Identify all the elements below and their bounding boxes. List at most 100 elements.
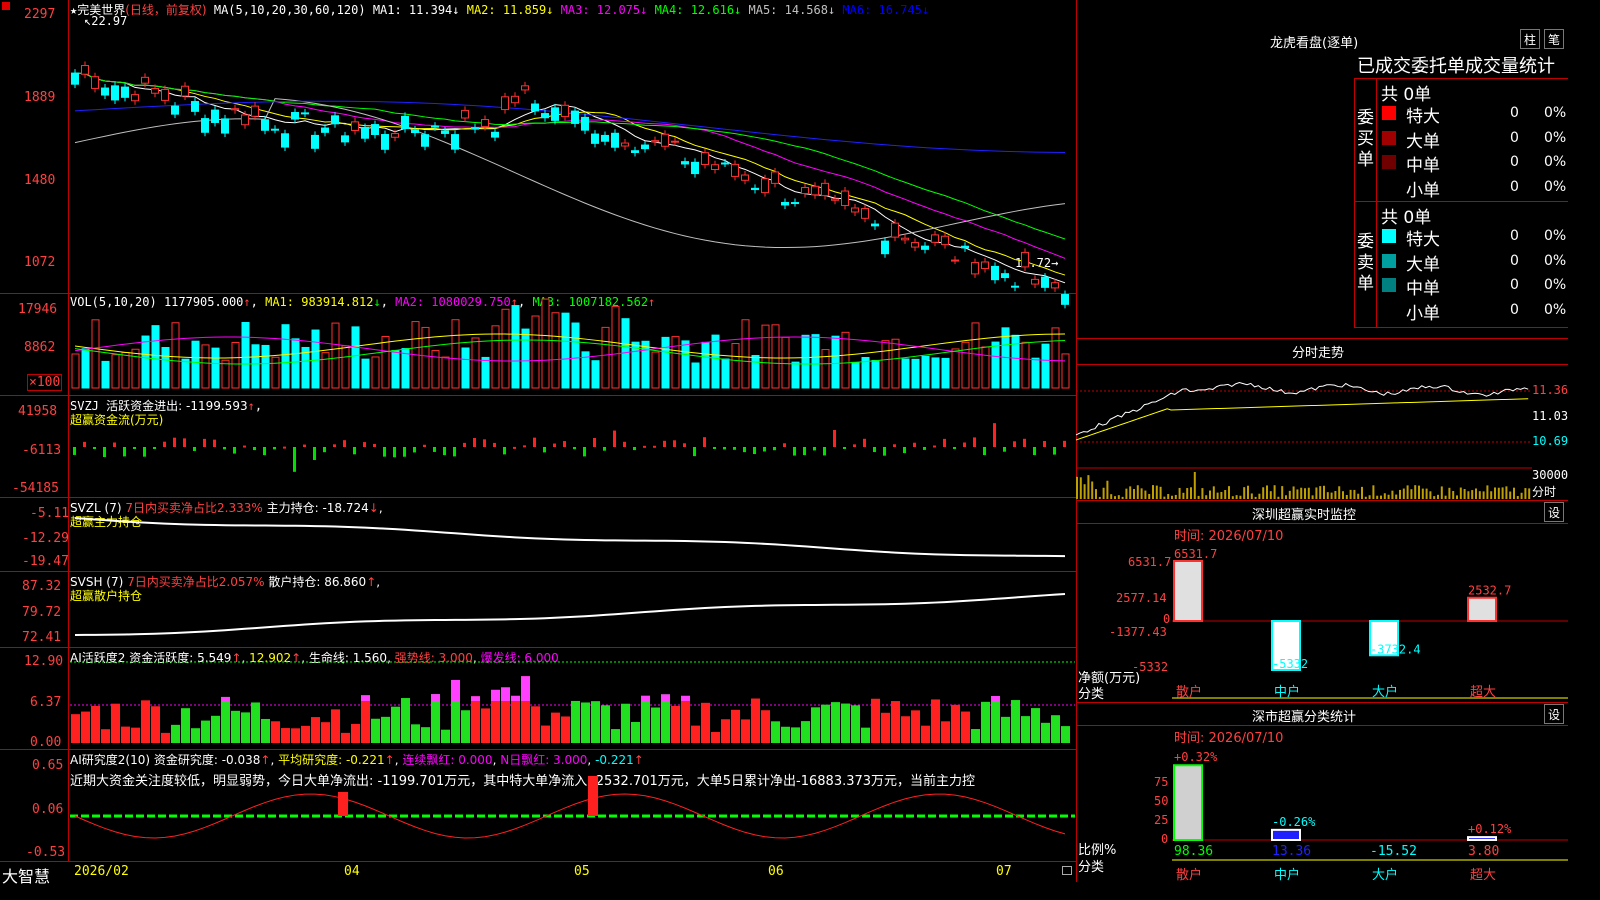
candle [511,95,519,104]
lock-icon[interactable] [1062,866,1072,875]
svzl-panel[interactable]: -5.11 -12.29 -19.47 SVZL (7) 7日内买卖净占比2.3… [0,498,1076,572]
volume-bar [1021,341,1030,389]
volume-bar [501,308,510,389]
activity-bar [231,710,240,743]
activity-bar [1041,722,1050,743]
bar-change: +0.32% [1174,750,1218,764]
ai-active-chart [70,661,1075,743]
volume-bar [281,324,290,389]
candle [421,134,429,147]
price-y-label: 1480 [24,173,56,188]
flow-bar [563,441,566,447]
row-name: 中单 [1406,156,1440,176]
flow-bar [973,437,976,447]
row-percent: 0% [1544,178,1567,195]
candle [801,187,809,195]
candle [251,105,259,117]
menu-icon[interactable] [2,2,10,10]
volume-bar [641,340,650,389]
intraday-vol-bar [1425,488,1428,499]
sz-monitor-chart: 6531.7 散户 -5332 中户 -3732.4 大户 2532.7 超大 [1172,547,1568,700]
flow-bar [603,447,606,451]
intraday-vol-bar [1319,486,1322,499]
volume-panel[interactable]: 17946 8862 ×100 VOL(5,10,20) 1177905.000… [0,294,1076,396]
flow-bar [963,442,966,447]
activity-bar [161,732,170,743]
ai-active-panel[interactable]: 12.90 6.37 0.00 AI活跃度2 资金活跃度: 5.549↑, 12… [0,648,1076,750]
color-swatch [1382,229,1396,243]
flow-bar [1003,447,1006,452]
sz-class-class: 分类 [1078,860,1105,875]
intraday-panel[interactable]: 分时走势 11.36 11.03 10.69 30000 分时 [1075,338,1568,501]
candle [121,86,129,98]
intraday-vol-bar [1300,487,1303,499]
activity-bar [481,708,490,743]
candle [241,114,249,126]
candle [841,190,849,207]
flow-bar [403,447,406,457]
vol-unit[interactable]: ×100 [27,374,63,391]
ai-research-panel[interactable]: 0.65 0.06 -0.53 AI研究度2(10) 资金研究度: -0.038… [0,750,1076,862]
settings-button[interactable]: 设 [1544,502,1564,522]
settings-button[interactable]: 设 [1544,704,1564,724]
candle [491,131,499,138]
activity-bar [1051,715,1060,743]
svzl-y-label: -19.47 [22,554,69,569]
ma-line [74,72,1066,284]
volume-bar [561,312,570,389]
volume-bar [851,361,860,389]
intraday-vol-bar [1437,494,1439,499]
activity-bar [91,705,100,743]
intraday-vol-bar [1167,494,1170,499]
volume-bar [651,351,660,389]
price-panel[interactable]: 2297 1889 1480 1072 ★完美世界(日线，前复权) MA(5,1… [0,0,1076,309]
svsh-y-label: 72.41 [22,630,62,645]
color-swatch [1382,253,1396,268]
bar-category: 散户 [1176,867,1202,883]
intraday-vol-bar [1497,487,1500,499]
volume-bar [81,348,90,389]
flow-bar [783,443,786,447]
volume-bar [891,338,900,389]
intraday-vol-bar [1216,492,1219,499]
candle [81,65,89,75]
candle [481,119,489,128]
activity-bar [991,696,1000,743]
bar-value: 3.80 [1468,844,1499,859]
color-swatch [1382,302,1396,317]
dragon-tabs[interactable]: 已成交委托单成交量统计 [1357,52,1569,78]
activity-bar [721,719,730,743]
sz-class-y: 0 [1161,832,1169,846]
intraday-vol-bar [1334,490,1337,499]
candle [411,129,419,134]
flow-bar [683,443,686,447]
volume-bar [391,350,400,389]
candle [171,105,179,115]
color-swatch [1382,179,1396,194]
volume-bar [381,336,390,389]
flow-bar [213,439,216,447]
tick-button[interactable]: 笔 [1544,29,1564,49]
intraday-vol-bar [1201,488,1204,499]
volume-bar [951,348,960,389]
candle [1001,273,1009,279]
brand-logo[interactable]: 大智慧 [2,863,50,887]
intraday-vol-bar [1277,496,1280,499]
price-y-label: 1072 [24,255,56,270]
intraday-vol-bar [1357,493,1360,499]
volume-bar [1041,343,1050,389]
intraday-vol-bar [1262,487,1265,499]
candle [311,134,319,149]
svzj-panel[interactable]: 41958 -6113 -54185 SVZJ 活跃资金进出: -1199.59… [0,396,1076,498]
column-button[interactable]: 柱 [1520,29,1540,49]
volume-bar [801,334,810,389]
flow-bar [983,447,986,456]
candle [141,76,149,84]
intraday-vol-bar [1285,495,1287,499]
activity-bar [641,695,650,743]
burst-bar [501,687,510,701]
ai-active-y-label: 0.00 [30,735,62,750]
svsh-panel[interactable]: 87.32 79.72 72.41 SVSH (7) 7日内买卖净占比2.057… [0,572,1076,648]
volume-bar [701,341,710,389]
activity-bar [801,721,810,743]
